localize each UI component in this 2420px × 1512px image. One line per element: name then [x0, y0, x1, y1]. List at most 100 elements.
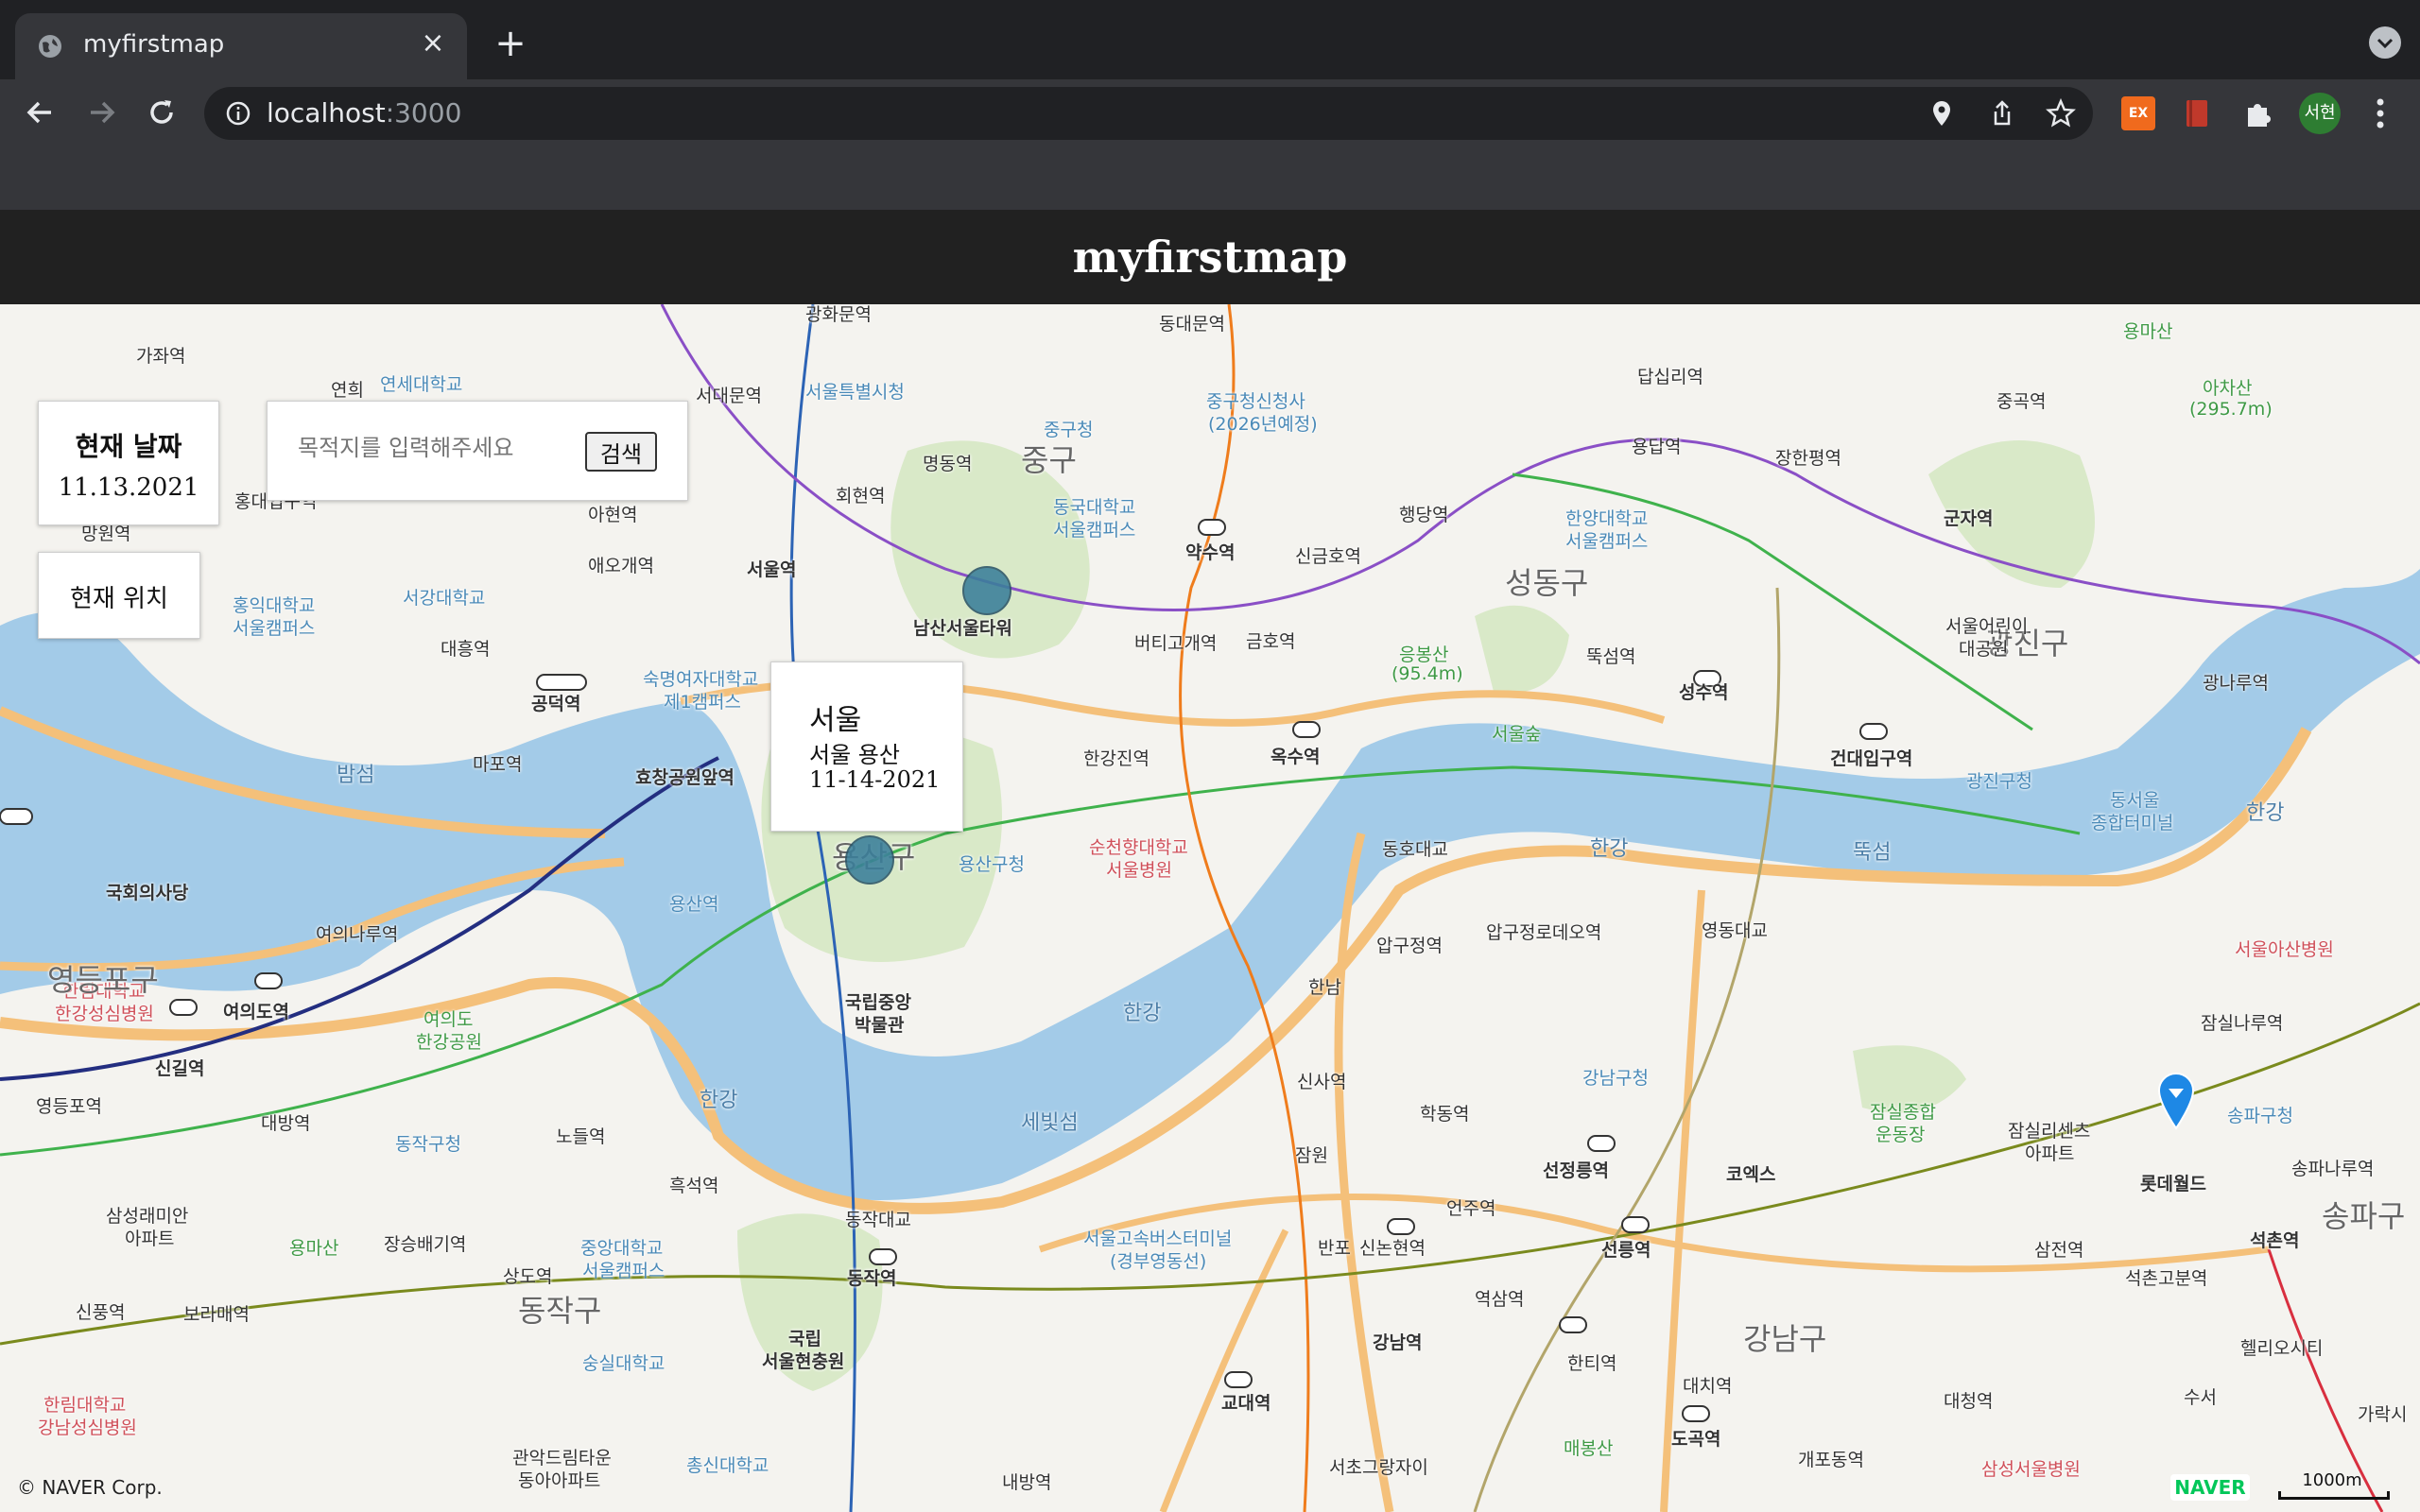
current-date-card: 현재 날짜 11.13.2021 [38, 401, 219, 525]
map-label: 한강성심병원 [55, 1004, 154, 1024]
reload-icon[interactable] [140, 91, 183, 134]
tab-search-button[interactable] [2369, 26, 2401, 59]
map-label: 동작구 [518, 1293, 602, 1329]
current-location-label: 현재 위치 [70, 585, 168, 613]
map-label: 아현역 [588, 505, 638, 525]
location-pin-icon[interactable] [1927, 98, 1957, 129]
map-label: 동호대교 [1382, 839, 1448, 860]
map-label: 대흥역 [441, 639, 491, 660]
map-label: 여의도역 [223, 1002, 289, 1022]
map-label: 강남구 [1743, 1321, 1827, 1357]
more-menu-icon[interactable] [2363, 93, 2397, 134]
current-location-button[interactable]: 현재 위치 [38, 552, 200, 639]
extension-ex-icon[interactable]: EX [2121, 96, 2155, 130]
search-button[interactable]: 검색 [585, 432, 657, 472]
map-label: 송파구 [2322, 1198, 2406, 1234]
map-label: 역삼역 [1475, 1289, 1525, 1310]
map-label: 서울아산병원 [2235, 939, 2334, 960]
map-label: 장승배기역 [384, 1234, 467, 1255]
map-label: 숭실대학교 [582, 1353, 666, 1374]
back-arrow-icon[interactable] [19, 91, 62, 134]
map-label: 석촌역 [2250, 1230, 2300, 1251]
map-label: 가좌역 [136, 346, 186, 367]
map-label: 신사역 [1297, 1072, 1347, 1092]
map-label: 회현역 [836, 486, 886, 507]
map-label: 동아아파트 [518, 1470, 601, 1491]
map-label: 학동역 [1420, 1104, 1470, 1125]
tab-close-button[interactable]: × [416, 26, 450, 60]
map-label: 응봉산 [1399, 644, 1449, 665]
map-marker[interactable] [845, 835, 894, 885]
map-label: 서울병원 [1106, 860, 1172, 881]
star-bookmark-icon[interactable] [2046, 98, 2076, 129]
map-label: 한남 [1308, 977, 1341, 998]
map-label: 용답역 [1632, 437, 1682, 457]
map-label: 신길역 [155, 1058, 205, 1079]
map-label: 가락시 [2358, 1404, 2408, 1425]
book-extension-icon[interactable] [2180, 96, 2214, 130]
toolbar-spacer [0, 147, 2420, 211]
map-label: 삼성래미안 [106, 1206, 189, 1227]
map-label: (경부영동선) [1110, 1251, 1207, 1272]
new-tab-button[interactable]: + [492, 25, 529, 62]
map-label: 성수역 [1679, 682, 1729, 703]
map-label: 언주역 [1446, 1198, 1496, 1219]
map-label: 선릉역 [1601, 1240, 1651, 1261]
address-bar[interactable]: localhost:3000 [204, 87, 2093, 140]
map-label: 용마산 [289, 1238, 339, 1259]
destination-search-input[interactable] [296, 434, 536, 462]
map-label: 영등포역 [36, 1096, 102, 1117]
location-pin-icon[interactable] [2155, 1072, 2197, 1132]
map-label: 서울캠퍼스 [1053, 520, 1136, 541]
map-label: 서울숲 [1492, 724, 1542, 745]
map-label: 건대입구역 [1830, 748, 1913, 769]
naver-logo[interactable]: NAVER [2170, 1474, 2250, 1501]
map-label: 용산역 [669, 894, 719, 915]
map-label: 서울어린이 [1945, 616, 2029, 637]
map-label: 한티역 [1567, 1353, 1617, 1374]
map-label: 서울고속버스터미널 [1083, 1228, 1233, 1249]
map-label: 수서 [2184, 1387, 2217, 1408]
map-label: 동서울 [2110, 790, 2160, 811]
map-label: 광진구청 [1966, 771, 2032, 792]
map-label: 밤섬 [337, 764, 375, 787]
map-label: 서울현충원 [762, 1351, 845, 1372]
map-label: 장한평역 [1775, 448, 1841, 469]
profile-avatar[interactable]: 서현 [2299, 93, 2341, 134]
map-label: 잠실리센츠 [2008, 1121, 2091, 1142]
map-label: (295.7m) [2189, 399, 2273, 420]
map-label: 삼성서울병원 [1981, 1459, 2081, 1480]
map-label: 동대문역 [1159, 314, 1225, 335]
map-scale: 1000m [2273, 1470, 2392, 1500]
url-text[interactable]: localhost:3000 [267, 97, 461, 129]
map-label: 총신대학교 [686, 1455, 769, 1476]
map-label: 연희 [331, 380, 364, 401]
map-label: 서울캠퍼스 [1565, 531, 1649, 552]
map-label: 숙명여자대학교 [643, 669, 759, 690]
share-icon[interactable] [1987, 98, 2017, 129]
map-label: 버티고개역 [1134, 633, 1218, 654]
browser-tab[interactable]: myfirstmap × [15, 13, 467, 79]
map-label: 영등포구 [47, 962, 159, 998]
map-label: 내방역 [1002, 1472, 1052, 1493]
forward-arrow-icon[interactable] [79, 91, 123, 134]
map-label: 한강 [1590, 837, 1629, 861]
map-label: 연세대학교 [380, 374, 463, 395]
map-label: 롯데월드 [2140, 1174, 2206, 1194]
map-label: 송파구청 [2227, 1106, 2293, 1126]
map-label: 대공원 [1959, 639, 2009, 660]
current-date-value: 11.13.2021 [58, 473, 199, 502]
browser-toolbar: localhost:3000 EX 서현 [0, 79, 2420, 147]
map-marker[interactable] [962, 566, 1011, 615]
puzzle-extensions-icon[interactable] [2240, 96, 2274, 130]
map-label: 개포동역 [1798, 1450, 1864, 1470]
info-icon[interactable] [225, 100, 251, 127]
map-label: 대청역 [1944, 1391, 1994, 1412]
map-label: 용산구청 [959, 854, 1025, 875]
scale-label: 1000m [2302, 1470, 2362, 1490]
info-title: 서울 [809, 704, 862, 737]
map-label: 서울특별시청 [805, 382, 905, 403]
map-label: 서울캠퍼스 [233, 618, 316, 639]
page-header: myfirstmap [0, 210, 2420, 304]
map-label: 중앙대학교 [580, 1238, 664, 1259]
